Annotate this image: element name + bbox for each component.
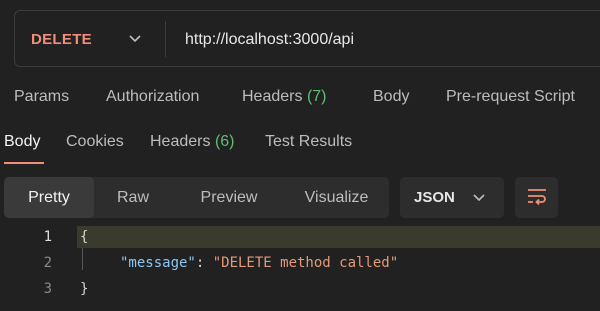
view-mode-segmented: Pretty Raw Preview Visualize [4, 177, 389, 218]
chevron-down-icon[interactable] [129, 35, 141, 43]
active-line-highlight [77, 226, 600, 248]
resp-tab-headers[interactable]: Headers (6) [150, 133, 235, 151]
line-number: 3 [43, 281, 52, 297]
resp-tab-cookies[interactable]: Cookies [66, 133, 124, 151]
tab-headers-label: Headers [242, 88, 303, 105]
resp-tab-body[interactable]: Body [4, 133, 40, 151]
format-select-value: JSON [414, 189, 455, 206]
indent-guide [82, 248, 83, 270]
resp-headers-count: (6) [214, 133, 235, 150]
response-body-editor[interactable]: 1 2 3 { "message": "DELETE method called… [0, 226, 600, 311]
tab-headers[interactable]: Headers (7) [242, 88, 327, 106]
view-raw-button[interactable]: Raw [102, 177, 164, 218]
tab-authorization[interactable]: Authorization [106, 88, 199, 106]
code-line: } [80, 281, 88, 297]
headers-count: (7) [306, 88, 327, 105]
tab-prerequest-script[interactable]: Pre-request Script [446, 88, 575, 106]
line-number: 2 [43, 255, 52, 271]
active-tab-underline [4, 162, 44, 164]
view-visualize-button[interactable]: Visualize [289, 177, 384, 218]
format-select[interactable]: JSON [400, 177, 504, 218]
wrap-lines-button[interactable] [515, 177, 558, 218]
code-line: { [80, 229, 88, 245]
method-select[interactable]: DELETE [31, 31, 92, 48]
close-brace: } [80, 281, 89, 297]
code-line: "message": "DELETE method called" [120, 255, 398, 271]
tab-params[interactable]: Params [14, 88, 69, 106]
open-brace: { [80, 229, 89, 245]
view-pretty-button[interactable]: Pretty [4, 177, 94, 218]
tab-body[interactable]: Body [373, 88, 409, 106]
view-preview-button[interactable]: Preview [184, 177, 274, 218]
resp-tab-test-results[interactable]: Test Results [265, 133, 352, 151]
request-url-bar: DELETE http://localhost:3000/api [14, 10, 600, 67]
resp-tab-headers-label: Headers [150, 133, 211, 150]
json-key: "message" [120, 255, 196, 271]
chevron-down-icon [473, 194, 485, 202]
json-colon: : [195, 255, 213, 271]
url-input[interactable]: http://localhost:3000/api [185, 31, 354, 49]
json-string-value: "DELETE method called" [212, 255, 399, 271]
line-number: 1 [43, 229, 52, 245]
wrap-lines-icon [528, 189, 546, 206]
url-divider [165, 21, 166, 57]
